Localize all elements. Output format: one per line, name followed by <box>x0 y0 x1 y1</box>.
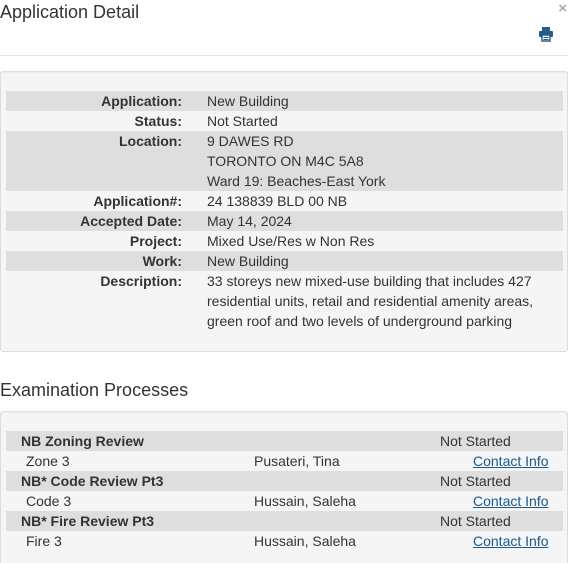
process-row: NB Zoning Review Not Started <box>6 431 563 451</box>
detail-label: Application#: <box>93 193 182 209</box>
detail-row-description: Description: 33 storeys new mixed-use bu… <box>6 271 563 331</box>
process-group: Code 3 <box>26 493 72 509</box>
detail-label: Application: <box>101 93 182 109</box>
process-detail-row: Zone 3 Pusateri, Tina Contact Info <box>6 451 563 471</box>
process-row: NB* Code Review Pt3 Not Started <box>6 471 563 491</box>
contact-info-link[interactable]: Contact Info <box>473 491 549 511</box>
process-name: NB* Code Review Pt3 <box>21 473 164 489</box>
detail-label: Accepted Date: <box>80 213 182 229</box>
process-group: Fire 3 <box>26 533 62 549</box>
detail-row-location: Location: 9 DAWES RD TORONTO ON M4C 5A8 … <box>6 131 563 191</box>
process-examiner: Hussain, Saleha <box>254 533 356 549</box>
process-examiner: Hussain, Saleha <box>254 493 356 509</box>
detail-value: Not Started <box>207 113 278 129</box>
detail-value: Mixed Use/Res w Non Res <box>207 233 375 249</box>
process-group: Zone 3 <box>26 453 70 469</box>
detail-row-application-number: Application#: 24 138839 BLD 00 NB <box>6 191 563 211</box>
process-name: NB* Fire Review Pt3 <box>21 513 155 529</box>
detail-row-accepted-date: Accepted Date: May 14, 2024 <box>6 211 563 231</box>
contact-info-link[interactable]: Contact Info <box>473 451 549 471</box>
process-detail-row: Fire 3 Hussain, Saleha Contact Info <box>6 531 563 551</box>
detail-value: 24 138839 BLD 00 NB <box>207 193 348 209</box>
detail-row-work: Work: New Building <box>6 251 563 271</box>
detail-label: Work: <box>142 253 182 269</box>
process-status: Not Started <box>440 473 511 489</box>
detail-value: 33 storeys new mixed-use building that i… <box>207 273 534 329</box>
section-title: Examination Processes <box>0 380 189 400</box>
details-panel: Application: New Building Status: Not St… <box>0 71 568 352</box>
detail-label: Project: <box>129 233 182 249</box>
detail-value: New Building <box>207 93 289 109</box>
process-status: Not Started <box>440 433 511 449</box>
detail-row-status: Status: Not Started <box>6 111 563 131</box>
detail-row-project: Project: Mixed Use/Res w Non Res <box>6 231 563 251</box>
process-name: NB Zoning Review <box>21 433 144 449</box>
process-detail-row: Code 3 Hussain, Saleha Contact Info <box>6 491 563 511</box>
header-divider <box>0 55 568 56</box>
detail-value: New Building <box>207 253 289 269</box>
process-status: Not Started <box>440 513 511 529</box>
printer-icon[interactable] <box>538 26 554 42</box>
examination-panel: NB Zoning Review Not Started Zone 3 Pusa… <box>0 411 568 563</box>
detail-label: Location: <box>119 133 182 149</box>
contact-info-link[interactable]: Contact Info <box>473 531 549 551</box>
detail-value: 9 DAWES RD TORONTO ON M4C 5A8 Ward 19: B… <box>207 133 386 189</box>
detail-label: Description: <box>100 273 182 289</box>
detail-value: May 14, 2024 <box>207 213 292 229</box>
page-title: Application Detail <box>0 2 140 22</box>
detail-label: Status: <box>134 113 182 129</box>
process-row: NB* Fire Review Pt3 Not Started <box>6 511 563 531</box>
process-examiner: Pusateri, Tina <box>254 453 340 469</box>
close-icon[interactable]: × <box>558 0 567 17</box>
detail-row-application: Application: New Building <box>6 91 563 111</box>
